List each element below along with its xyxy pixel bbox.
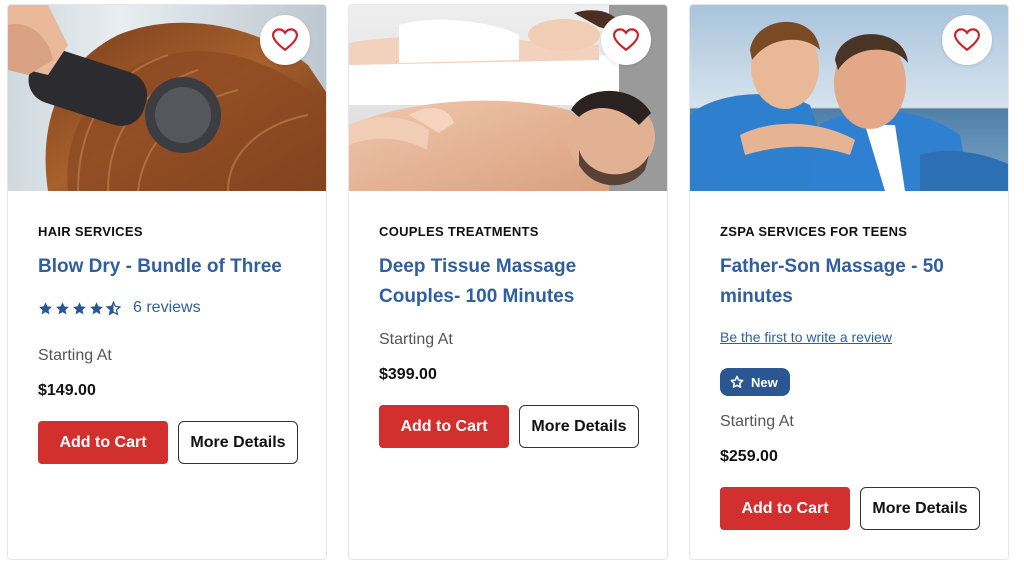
star-filled-icon [73, 301, 86, 314]
favorite-button[interactable] [260, 15, 310, 65]
product-card: COUPLES TREATMENTS Deep Tissue Massage C… [348, 4, 668, 560]
star-filled-icon [39, 301, 52, 314]
heart-icon [272, 28, 298, 52]
write-review-link[interactable]: Be the first to write a review [720, 329, 892, 345]
category-label: COUPLES TREATMENTS [379, 224, 539, 239]
price: $259.00 [720, 448, 778, 465]
badge-label: New [751, 374, 778, 390]
category-label: HAIR SERVICES [38, 224, 143, 239]
heart-icon [954, 28, 980, 52]
category-label: ZSPA SERVICES FOR TEENS [720, 224, 908, 239]
product-card: HAIR SERVICES Blow Dry - Bundle of Three… [7, 4, 327, 560]
starting-at-label: Starting At [38, 347, 112, 364]
price: $149.00 [38, 382, 96, 399]
favorite-button[interactable] [942, 15, 992, 65]
rating: 6 reviews [38, 299, 201, 317]
starting-at-label: Starting At [720, 413, 794, 430]
add-to-cart-button[interactable]: Add to Cart [720, 487, 850, 530]
more-details-button[interactable]: More Details [178, 421, 298, 464]
product-card: ZSPA SERVICES FOR TEENS Father-Son Massa… [689, 4, 1009, 560]
product-title-link[interactable]: Father-Son Massage - 50 minutes [720, 252, 990, 312]
price: $399.00 [379, 366, 437, 383]
add-to-cart-button[interactable]: Add to Cart [38, 421, 168, 464]
heart-icon [613, 28, 639, 52]
more-details-button[interactable]: More Details [860, 487, 980, 530]
more-details-button[interactable]: More Details [519, 405, 639, 448]
star-outline-icon [730, 375, 744, 388]
star-filled-icon [56, 301, 69, 314]
product-title-link[interactable]: Blow Dry - Bundle of Three [38, 252, 308, 282]
add-to-cart-button[interactable]: Add to Cart [379, 405, 509, 448]
star-half-icon [106, 300, 121, 316]
starting-at-label: Starting At [379, 331, 453, 348]
star-rating [38, 300, 121, 316]
new-badge: New [720, 368, 790, 396]
product-title-link[interactable]: Deep Tissue Massage Couples- 100 Minutes [379, 252, 649, 312]
star-filled-icon [90, 301, 103, 314]
reviews-link[interactable]: 6 reviews [133, 299, 201, 317]
favorite-button[interactable] [601, 15, 651, 65]
